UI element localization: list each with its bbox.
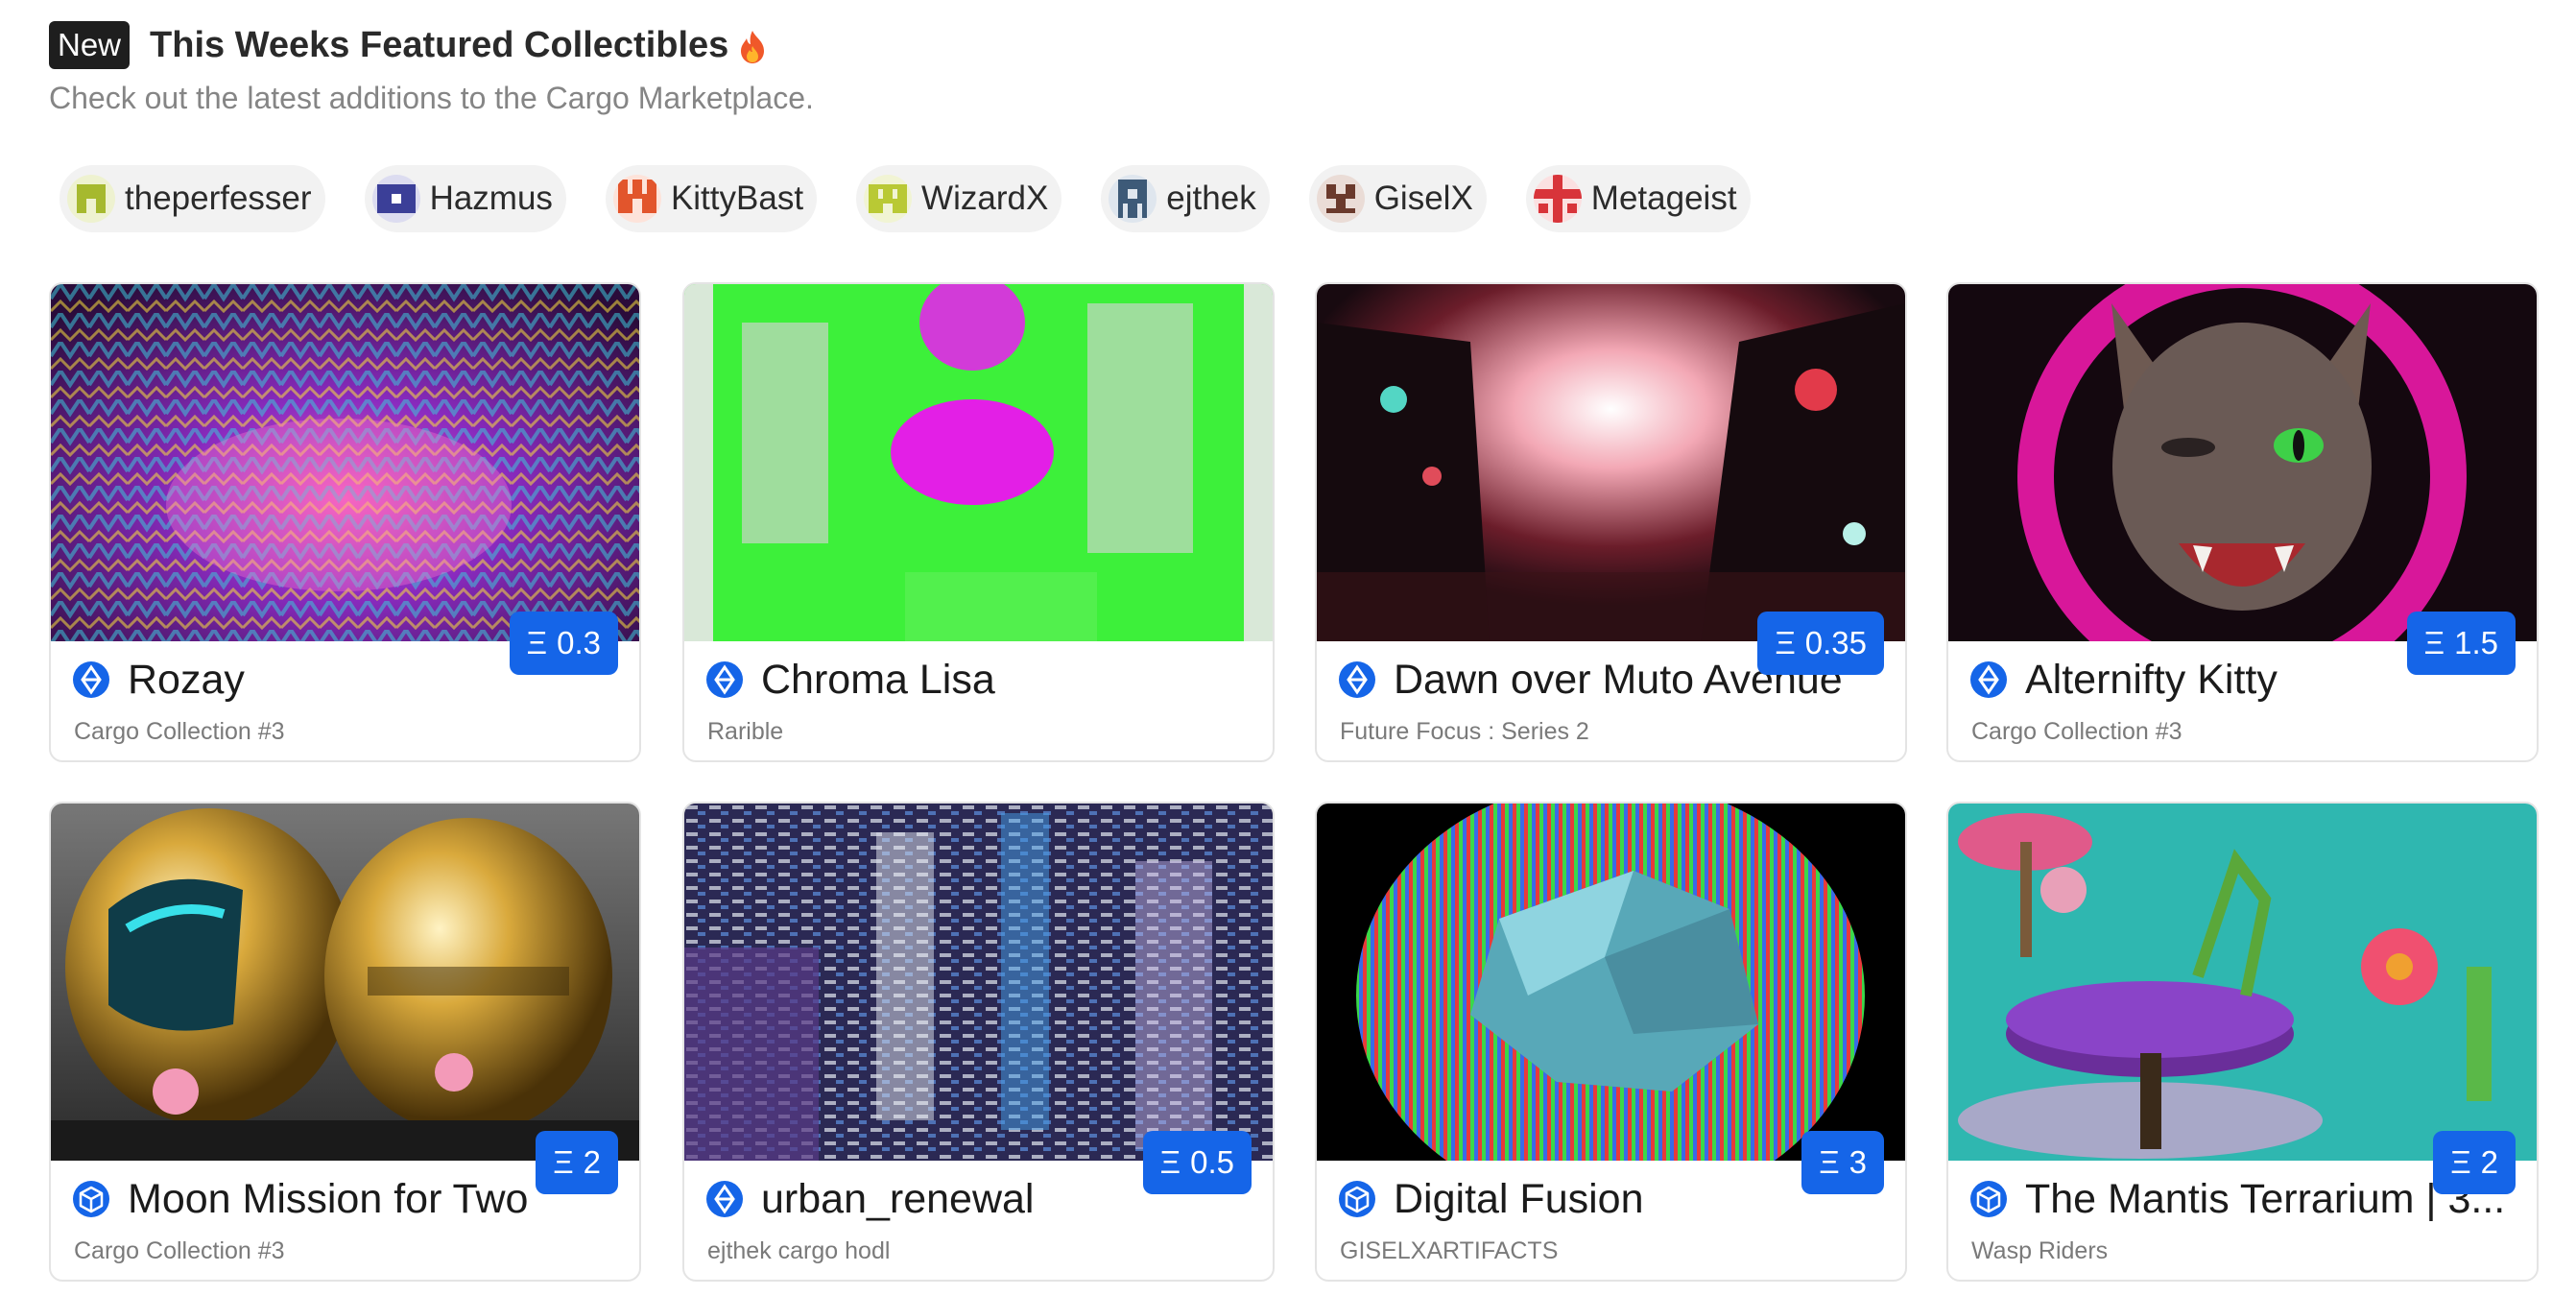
ethereum-icon — [1339, 661, 1375, 698]
creator-name: KittyBast — [670, 180, 804, 217]
collection-name: Rarible — [707, 718, 784, 745]
collectible-card[interactable]: Ξ 0.35 Dawn over Muto Avenue Future Focus… — [1315, 282, 1907, 762]
ether-icon: Ξ — [2423, 625, 2445, 660]
collectible-image — [684, 804, 1273, 1161]
price-tag: Ξ2 — [2433, 1131, 2516, 1194]
price-tag: Ξ3 — [1801, 1131, 1884, 1194]
avatar — [612, 175, 661, 223]
ethereum-icon — [706, 1181, 743, 1217]
collectible-image — [1948, 284, 2537, 641]
collection-name: Cargo Collection #3 — [74, 718, 285, 745]
fire-icon — [738, 30, 767, 64]
collectible-title: Chroma Lisa — [761, 656, 995, 703]
creator-chip-wizardx[interactable]: WizardX — [856, 165, 1062, 232]
ether-icon: Ξ — [1159, 1144, 1181, 1180]
price-value: 2 — [583, 1144, 601, 1180]
creator-chip-metageist[interactable]: Metageist — [1525, 165, 1751, 232]
price-tag: Ξ 1.5 — [2406, 612, 2516, 675]
ether-icon: Ξ — [1775, 625, 1796, 660]
avatar — [1109, 175, 1157, 223]
price-tag: Ξ 0.35 — [1757, 612, 1884, 675]
collectible-card[interactable]: Ξ3 Digital Fusion GISELXARTIFACTS — [1315, 802, 1907, 1282]
section-header: New This Weeks Featured Collectibles — [49, 21, 767, 69]
price-value: 1.5 — [2454, 625, 2498, 660]
avatar — [1533, 175, 1582, 223]
price-value: 0.3 — [557, 625, 601, 660]
creator-name: Hazmus — [429, 180, 553, 217]
creator-chip-ejthek[interactable]: ejthek — [1101, 165, 1270, 232]
creator-chip-hazmus[interactable]: Hazmus — [364, 165, 566, 232]
collection-name: ejthek cargo hodl — [707, 1237, 891, 1264]
new-badge: New — [49, 21, 131, 69]
price-tag: Ξ 0.3 — [509, 612, 618, 675]
price-value: 3 — [1849, 1144, 1867, 1180]
cube-icon — [1970, 1181, 2007, 1217]
avatar — [864, 175, 913, 223]
avatar — [1316, 175, 1365, 223]
ether-icon: Ξ — [553, 1144, 574, 1180]
ether-icon: Ξ — [1819, 1144, 1840, 1180]
collectible-card[interactable]: Ξ2 The Mantis Terrarium | 3... Wasp Ride… — [1946, 802, 2539, 1282]
price-value: 0.35 — [1804, 625, 1867, 660]
ethereum-icon — [706, 661, 743, 698]
collectible-title: Rozay — [128, 656, 245, 703]
collectible-card[interactable]: Ξ 0.5 urban_renewal ejthek cargo hodl — [682, 802, 1275, 1282]
cube-icon — [1339, 1181, 1375, 1217]
creator-chip-theperfesser[interactable]: theperfesser — [60, 165, 325, 232]
collectible-title: Moon Mission for Two — [128, 1175, 529, 1222]
creator-chip-giselx[interactable]: GiselX — [1308, 165, 1487, 232]
collectible-title: Alternifty Kitty — [2025, 656, 2278, 703]
creator-name: ejthek — [1166, 180, 1256, 217]
creator-name: GiselX — [1373, 180, 1473, 217]
price-tag: Ξ2 — [536, 1131, 618, 1194]
featured-collectibles-section: New This Weeks Featured Collectibles Che… — [0, 0, 2576, 1296]
avatar — [67, 175, 115, 223]
ethereum-icon — [73, 661, 109, 698]
price-value: 0.5 — [1190, 1144, 1234, 1180]
collectible-image — [51, 284, 639, 641]
ethereum-icon — [1970, 661, 2007, 698]
collectible-card[interactable]: Chroma Lisa Rarible — [682, 282, 1275, 762]
price-value: 2 — [2480, 1144, 2498, 1180]
avatar — [371, 175, 420, 223]
collectible-title: urban_renewal — [761, 1175, 1035, 1222]
collection-name: Future Focus : Series 2 — [1340, 718, 1589, 745]
collection-name: Cargo Collection #3 — [1971, 718, 2182, 745]
creator-name: theperfesser — [125, 180, 312, 217]
price-tag: Ξ 0.5 — [1142, 1131, 1252, 1194]
ether-icon: Ξ — [526, 625, 548, 660]
collectible-image — [1317, 284, 1905, 641]
collectible-image — [684, 284, 1273, 641]
collection-name: Wasp Riders — [1971, 1237, 2109, 1264]
creator-name: Metageist — [1590, 180, 1737, 217]
collectible-card[interactable]: Ξ2 Moon Mission for Two Cargo Collection… — [49, 802, 641, 1282]
collectible-image — [51, 804, 639, 1161]
creator-list: theperfesser Hazmus KittyBast WizardX ej… — [60, 165, 1790, 232]
creator-chip-kittybast[interactable]: KittyBast — [605, 165, 818, 232]
collectible-card[interactable]: Ξ 1.5 Alternifty Kitty Cargo Collection #… — [1946, 282, 2539, 762]
collection-name: Cargo Collection #3 — [74, 1237, 285, 1264]
cube-icon — [73, 1181, 109, 1217]
section-subtitle: Check out the latest additions to the Ca… — [49, 81, 814, 115]
collection-name: GISELXARTIFACTS — [1340, 1237, 1559, 1264]
collectible-image — [1317, 804, 1905, 1161]
collectible-title: Digital Fusion — [1394, 1175, 1644, 1222]
section-title: This Weeks Featured Collectibles — [150, 24, 729, 65]
collectible-image — [1948, 804, 2537, 1161]
creator-name: WizardX — [921, 180, 1049, 217]
collectible-card[interactable]: Ξ 0.3 Rozay Cargo Collection #3 — [49, 282, 641, 762]
ether-icon: Ξ — [2450, 1144, 2471, 1180]
